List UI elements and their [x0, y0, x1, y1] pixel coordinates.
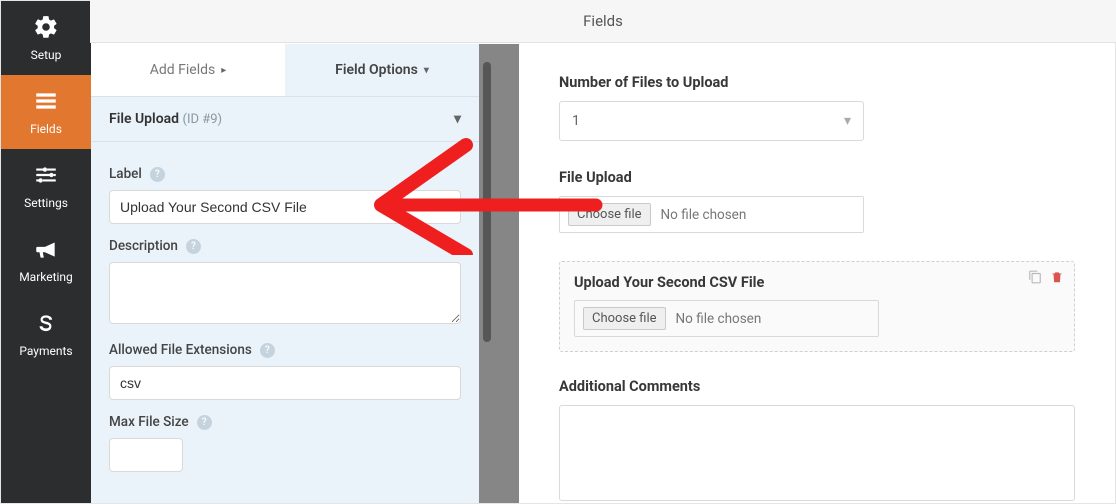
file-input[interactable]: Choose file No file chosen: [574, 300, 879, 337]
allowed-extensions-label: Allowed File Extensions ?: [109, 342, 461, 358]
page-title-bar: Fields: [90, 0, 1116, 43]
panel-tabs: Add Fields ▸ Field Options ▾: [91, 44, 479, 96]
file-placeholder: No file chosen: [661, 207, 747, 223]
select-value: 1: [572, 113, 580, 129]
scrollbar[interactable]: [483, 62, 491, 342]
help-icon[interactable]: ?: [260, 343, 275, 358]
page-title: Fields: [583, 12, 623, 30]
preview-label: Upload Your Second CSV File: [574, 274, 1060, 291]
app-sidebar: Setup Fields Settings Marketing Payments: [1, 1, 91, 503]
max-filesize-label: Max File Size ?: [109, 414, 461, 430]
num-files-select[interactable]: 1 ▾: [559, 101, 864, 141]
sidebar-item-setup[interactable]: Setup: [1, 1, 91, 75]
choose-file-button[interactable]: Choose file: [568, 203, 651, 226]
section-header[interactable]: File Upload (ID #9) ▾: [91, 96, 479, 142]
tab-field-options[interactable]: Field Options ▾: [285, 44, 479, 96]
sidebar-item-marketing[interactable]: Marketing: [1, 223, 91, 297]
preview-file-upload-2[interactable]: Upload Your Second CSV File Choose file …: [559, 261, 1075, 352]
dollar-icon: [33, 310, 59, 339]
help-icon[interactable]: ?: [197, 415, 212, 430]
sidebar-item-fields[interactable]: Fields: [1, 75, 91, 149]
form-preview: Number of Files to Upload 1 ▾ File Uploa…: [519, 44, 1115, 503]
trash-icon[interactable]: [1050, 270, 1064, 288]
sidebar-item-label: Settings: [24, 196, 68, 210]
list-icon: [33, 88, 59, 117]
preview-file-upload-1[interactable]: File Upload Choose file No file chosen: [559, 169, 1075, 233]
sidebar-item-settings[interactable]: Settings: [1, 149, 91, 223]
help-icon[interactable]: ?: [150, 167, 165, 182]
chevron-down-icon: ▾: [844, 113, 851, 129]
duplicate-icon[interactable]: [1028, 270, 1042, 288]
comments-textarea[interactable]: [559, 405, 1075, 501]
chevron-right-icon: ▸: [221, 65, 226, 76]
help-icon[interactable]: ?: [186, 239, 201, 254]
preview-label: File Upload: [559, 169, 1075, 186]
description-input[interactable]: [109, 262, 461, 324]
max-filesize-input[interactable]: [109, 438, 183, 472]
sidebar-item-label: Fields: [30, 122, 62, 136]
preview-additional-comments[interactable]: Additional Comments: [559, 378, 1075, 501]
bullhorn-icon: [33, 236, 59, 265]
sidebar-item-label: Payments: [19, 344, 72, 358]
preview-label: Number of Files to Upload: [559, 74, 1075, 91]
section-title: File Upload (ID #9): [109, 111, 222, 127]
label-input[interactable]: [109, 190, 461, 224]
sidebar-item-label: Marketing: [19, 270, 73, 284]
sliders-icon: [33, 162, 59, 191]
chevron-down-icon: ▾: [424, 65, 429, 76]
preview-num-files[interactable]: Number of Files to Upload 1 ▾: [559, 74, 1075, 141]
sidebar-item-payments[interactable]: Payments: [1, 297, 91, 371]
gear-icon: [33, 14, 59, 43]
tab-add-fields[interactable]: Add Fields ▸: [91, 44, 285, 96]
field-options-panel: Add Fields ▸ Field Options ▾ File Upload…: [91, 44, 479, 503]
file-placeholder: No file chosen: [676, 311, 762, 327]
preview-label: Additional Comments: [559, 378, 1075, 395]
tab-label: Add Fields: [150, 62, 216, 78]
file-input[interactable]: Choose file No file chosen: [559, 196, 864, 233]
label-label: Label ?: [109, 166, 461, 182]
panel-divider: [479, 44, 519, 503]
section-id: (ID #9): [183, 112, 223, 127]
allowed-extensions-input[interactable]: [109, 366, 461, 400]
tab-label: Field Options: [335, 62, 418, 78]
description-label: Description ?: [109, 238, 461, 254]
choose-file-button[interactable]: Choose file: [583, 307, 666, 330]
sidebar-item-label: Setup: [31, 48, 62, 62]
chevron-down-icon: ▾: [454, 111, 461, 127]
